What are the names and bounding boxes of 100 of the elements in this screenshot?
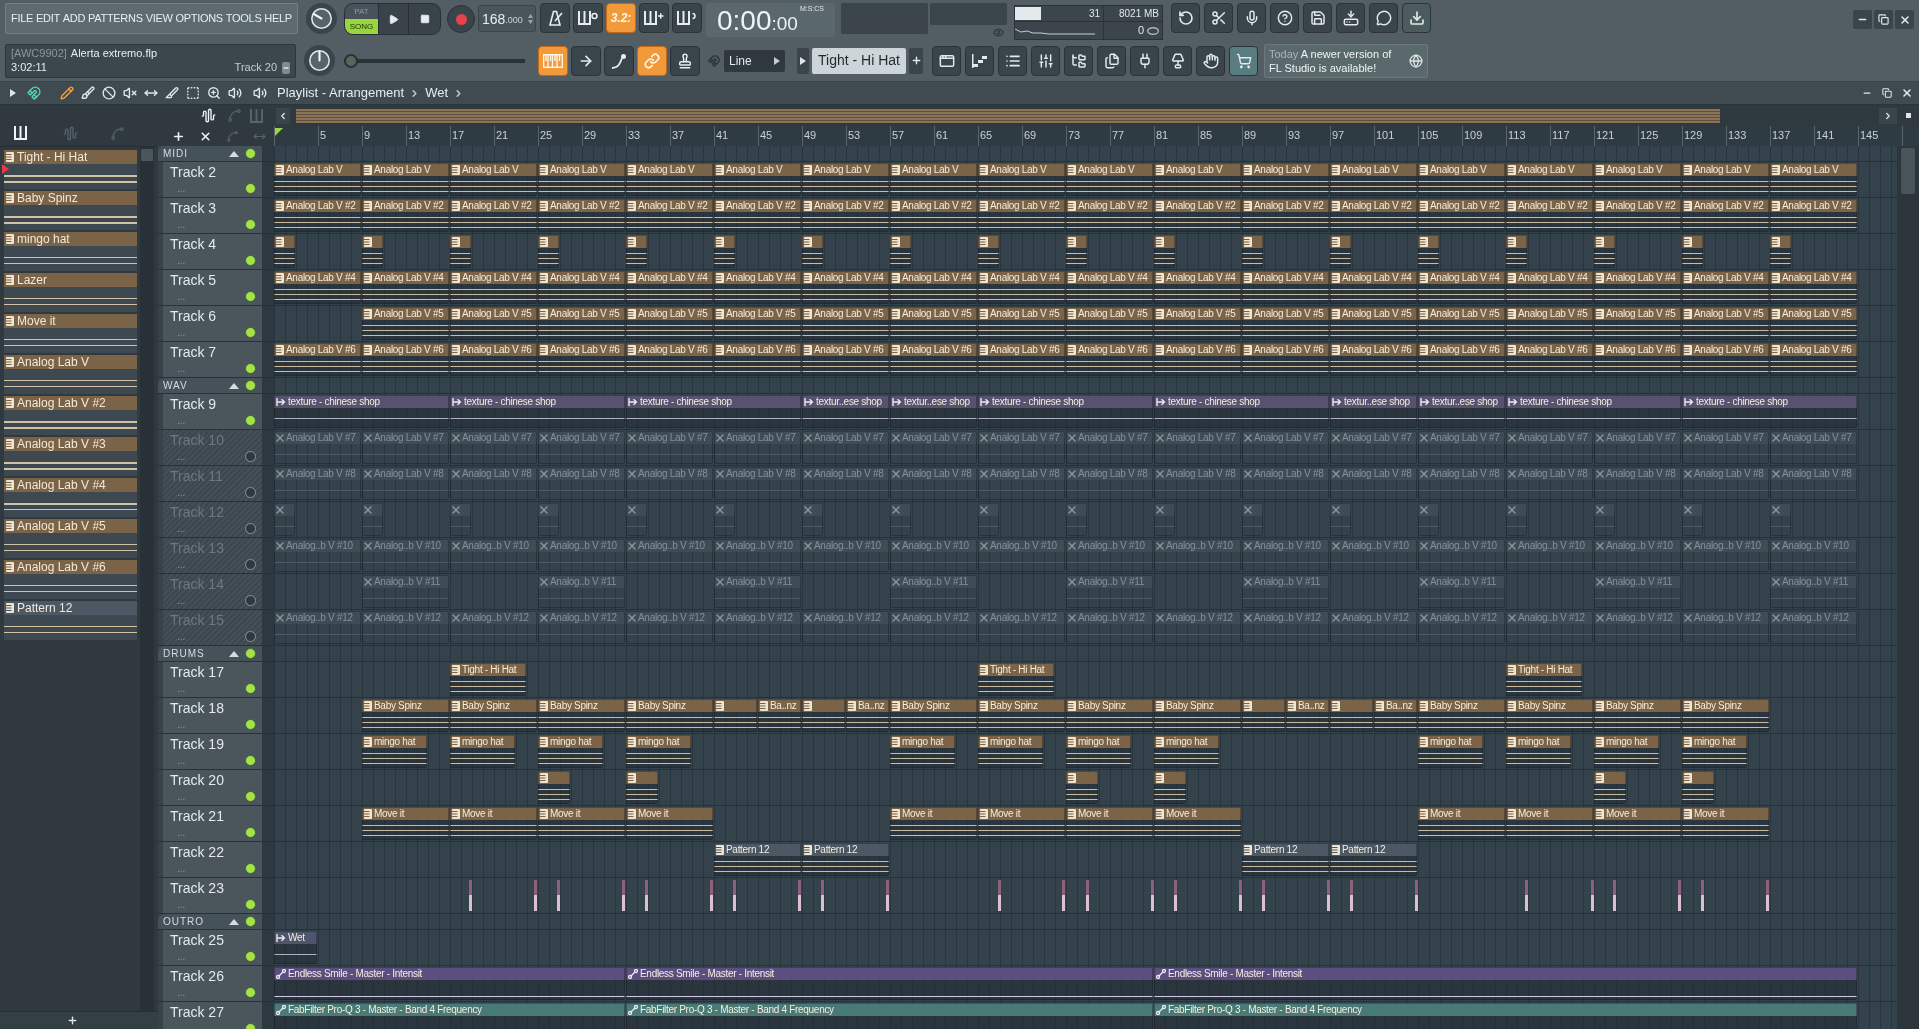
- pattern-clip[interactable]: Analog Lab V: [1154, 163, 1241, 196]
- pattern-clip[interactable]: [450, 503, 471, 536]
- pattern-clip[interactable]: Baby Spinz: [1506, 699, 1593, 732]
- pattern-clip[interactable]: Analog..b V #11: [1242, 575, 1329, 608]
- pattern-item[interactable]: Baby Spinz: [4, 191, 137, 230]
- pattern-clip[interactable]: Analog Lab V #5: [1418, 307, 1505, 340]
- pattern-clip[interactable]: Analog Lab V #8: [1506, 467, 1593, 500]
- track-name[interactable]: Track 17: [170, 665, 256, 679]
- pattern-clip[interactable]: Analog..b V #11: [890, 575, 977, 608]
- automation-clip[interactable]: Endless Smile - Master - Intensit: [626, 967, 1153, 1000]
- caret-up-icon[interactable]: [229, 918, 239, 925]
- pattern-clip[interactable]: [1594, 771, 1626, 804]
- pattern-clip[interactable]: Analog Lab V #6: [802, 343, 889, 376]
- pattern-clip[interactable]: Analog Lab V #8: [538, 467, 625, 500]
- pattern-clip[interactable]: Analog Lab V #5: [1066, 307, 1153, 340]
- pattern-clip[interactable]: Analog Lab V: [1682, 163, 1769, 196]
- stamp-toggle[interactable]: [670, 45, 700, 76]
- pattern-clip[interactable]: Move it: [1418, 807, 1505, 840]
- pattern-clip[interactable]: Analog Lab V #8: [274, 467, 361, 500]
- pattern-clip[interactable]: Analog Lab V #7: [450, 431, 537, 464]
- pattern-clip[interactable]: Analog Lab V #4: [978, 271, 1065, 304]
- pattern-clip[interactable]: Tight - Hi Hat: [1506, 663, 1582, 696]
- chat-button[interactable]: [1369, 3, 1398, 33]
- pattern-item[interactable]: mingo hat: [4, 232, 137, 271]
- pattern-clip[interactable]: Baby Spinz: [626, 699, 713, 732]
- pattern-clip[interactable]: Analog..b V #10: [274, 539, 361, 572]
- pattern-clip[interactable]: Analog Lab V #2: [626, 199, 713, 232]
- pattern-clip[interactable]: Analog Lab V #2: [802, 199, 889, 232]
- pattern-clip[interactable]: Analog Lab V: [1506, 163, 1593, 196]
- pattern-clip[interactable]: Analog Lab V #5: [1242, 307, 1329, 340]
- pattern-clip[interactable]: Baby Spinz: [1682, 699, 1769, 732]
- group-name[interactable]: WAV: [163, 380, 188, 391]
- scissors-button[interactable]: [1204, 3, 1233, 33]
- mode-toggle[interactable]: SONG: [345, 19, 378, 34]
- led-icon[interactable]: [245, 451, 256, 462]
- pattern-clip[interactable]: Analog Lab V #6: [1770, 343, 1857, 376]
- track-name[interactable]: Track 22: [170, 845, 256, 859]
- pattern-clip[interactable]: Analog Lab V #8: [1242, 467, 1329, 500]
- group-name[interactable]: MIDI: [163, 148, 189, 159]
- pattern-clip[interactable]: Baby Spinz: [538, 699, 625, 732]
- audio-clip[interactable]: texture - chinese shop: [1154, 395, 1329, 428]
- pattern-clip[interactable]: [978, 503, 999, 536]
- pattern-clip[interactable]: Analog Lab V #7: [1066, 431, 1153, 464]
- track-name[interactable]: Track 7: [170, 345, 256, 359]
- led-icon[interactable]: [245, 415, 256, 426]
- pattern-clip[interactable]: Analog Lab V #7: [538, 431, 625, 464]
- pattern-clip[interactable]: Analog Lab V: [1594, 163, 1681, 196]
- pattern-clip[interactable]: Analog..b V #10: [450, 539, 537, 572]
- audio-clip[interactable]: textur..ese shop: [1330, 395, 1417, 428]
- pattern-clip[interactable]: Analog..b V #10: [1682, 539, 1769, 572]
- pattern-clip[interactable]: Baby Spinz: [362, 699, 449, 732]
- scrollbar-thumb[interactable]: [141, 149, 153, 161]
- audio-clip[interactable]: texture - chinese shop: [1506, 395, 1681, 428]
- led-icon[interactable]: [245, 683, 256, 694]
- pattern-clip[interactable]: Analog Lab V: [714, 163, 801, 196]
- pattern-clip[interactable]: Analog Lab V #2: [1682, 199, 1769, 232]
- pattern-clip[interactable]: Analog Lab V #7: [274, 431, 361, 464]
- pattern-clip[interactable]: mingo hat: [1682, 735, 1747, 768]
- pattern-clip[interactable]: Analog..b V #11: [1418, 575, 1505, 608]
- help-button[interactable]: [1270, 3, 1299, 33]
- pattern-clip[interactable]: Analog Lab V: [1242, 163, 1329, 196]
- pattern-clip[interactable]: Analog Lab V #8: [1330, 467, 1417, 500]
- pattern-clip[interactable]: Analog Lab V #2: [274, 199, 361, 232]
- pattern-clip[interactable]: Baby Spinz: [1154, 699, 1241, 732]
- pattern-clip[interactable]: Analog Lab V #7: [1770, 431, 1857, 464]
- plug-button[interactable]: [1130, 45, 1159, 76]
- audio-clip[interactable]: texture - chinese shop: [450, 395, 625, 428]
- pattern-clip[interactable]: Analog Lab V #4: [450, 271, 537, 304]
- list-button[interactable]: [998, 45, 1027, 76]
- led-icon[interactable]: [245, 987, 256, 998]
- pattern-clip[interactable]: Analog..b V #12: [1242, 611, 1329, 644]
- pattern-clip[interactable]: Move it: [1506, 807, 1593, 840]
- mixer-button[interactable]: [1031, 45, 1060, 76]
- pattern-selector[interactable]: Tight - Hi Hat: [812, 47, 906, 74]
- pattern-clip[interactable]: mingo hat: [362, 735, 427, 768]
- playlist-options-button[interactable]: [8, 89, 18, 97]
- pattern-clip[interactable]: [978, 235, 999, 268]
- pattern-clip[interactable]: Analog..b V #12: [1682, 611, 1769, 644]
- pattern-clip[interactable]: Analog Lab V: [626, 163, 713, 196]
- pattern-clip[interactable]: Analog Lab V #4: [1594, 271, 1681, 304]
- pattern-clip[interactable]: [1682, 235, 1703, 268]
- pattern-clip[interactable]: Analog Lab V: [1770, 163, 1857, 196]
- pattern-clip[interactable]: Analog Lab V: [274, 163, 361, 196]
- pattern-clip[interactable]: [362, 235, 383, 268]
- pattern-clip[interactable]: Analog Lab V #4: [1330, 271, 1417, 304]
- pattern-clip[interactable]: [362, 503, 383, 536]
- pattern-clip[interactable]: [1770, 235, 1791, 268]
- led-icon[interactable]: [245, 219, 256, 230]
- menu-item[interactable]: OPTIONS: [175, 13, 223, 24]
- pattern-clip[interactable]: [890, 235, 911, 268]
- pattern-clip[interactable]: Ba..nz: [1374, 699, 1417, 732]
- led-icon[interactable]: [245, 719, 256, 730]
- folder-tree-button[interactable]: [1064, 45, 1093, 76]
- pattern-clip[interactable]: Analog Lab V #5: [1330, 307, 1417, 340]
- track-name[interactable]: Track 18: [170, 701, 256, 715]
- pattern-clip[interactable]: Move it: [1682, 807, 1769, 840]
- pattern-clip[interactable]: mingo hat: [1154, 735, 1219, 768]
- pattern-clip[interactable]: mingo hat: [538, 735, 603, 768]
- record-button[interactable]: [447, 5, 475, 33]
- pattern-clip[interactable]: [1154, 771, 1186, 804]
